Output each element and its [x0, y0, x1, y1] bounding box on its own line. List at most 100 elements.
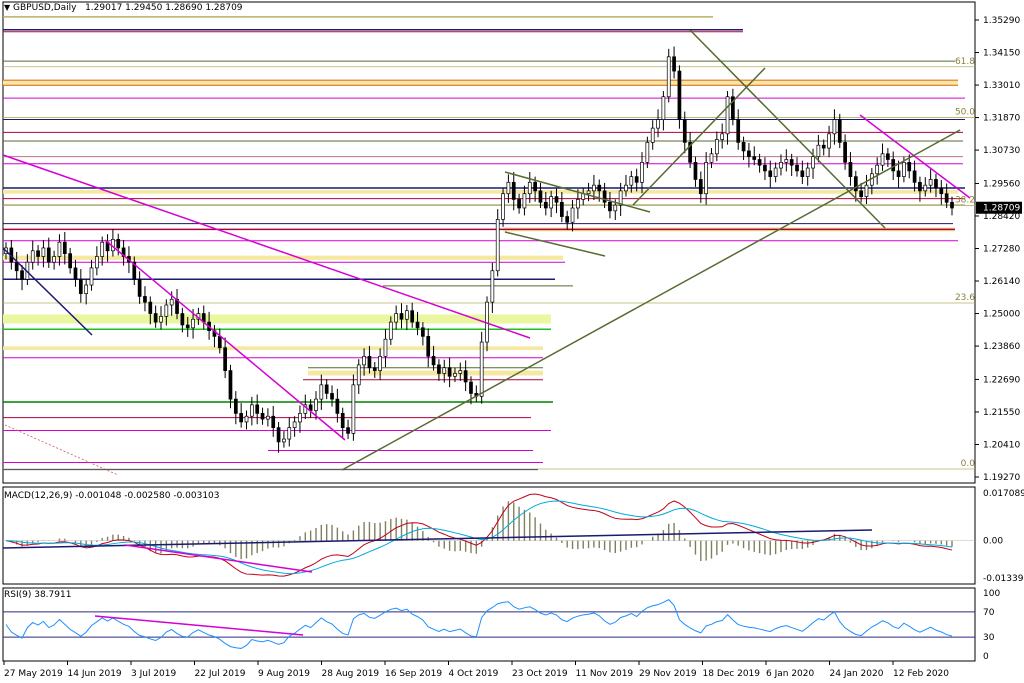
- candle-body-7: [41, 247, 46, 257]
- zone-band-0: [3, 80, 958, 86]
- date-label-3: 22 Jul 2019: [195, 669, 246, 679]
- candle-body-149: [800, 170, 805, 177]
- date-label-2: 3 Jul 2019: [131, 669, 176, 679]
- date-label-14: 12 Feb 2020: [893, 669, 949, 679]
- candle-body-145: [779, 161, 783, 169]
- candle-body-176: [944, 193, 949, 203]
- ohlc-values: 1.29017 1.29450 1.28690 1.28709: [85, 3, 243, 13]
- zone-band-3: [3, 255, 563, 260]
- candle-body-87: [469, 381, 473, 394]
- date-label-4: 9 Aug 2019: [258, 669, 310, 679]
- rsi-line: [5, 599, 953, 649]
- candle-body-153: [821, 144, 826, 149]
- date-label-11: 18 Dec 2019: [703, 669, 761, 679]
- candle-body-100: [538, 190, 543, 203]
- candle-body-92: [495, 219, 500, 272]
- candle-body-46: [250, 404, 254, 417]
- date-label-6: 16 Sep 2019: [385, 669, 442, 679]
- candle-body-83: [447, 367, 452, 377]
- candle-body-111: [597, 184, 602, 192]
- candle-body-114: [613, 204, 618, 212]
- candle-body-138: [741, 142, 746, 152]
- candle-body-65: [351, 384, 356, 434]
- candle-body-164: [880, 153, 885, 166]
- macd-trendline: [2, 529, 873, 549]
- candle-body-173: [928, 179, 933, 186]
- date-label-12: 6 Jan 2020: [766, 669, 814, 679]
- candle-body-55: [298, 413, 302, 423]
- candle-body-167: [896, 170, 901, 177]
- rsi-axis-label-0: 100: [983, 589, 1000, 599]
- candle-body-72: [388, 321, 393, 340]
- date-label-9: 11 Nov 2019: [576, 669, 634, 679]
- date-label-7: 4 Oct 2019: [449, 669, 499, 679]
- price-label-0: 1.35290: [983, 16, 1020, 26]
- chart-window[interactable]: 61.8 50.0 38.2 23.6 0.0 1.35290 1.34150 1.33010…: [0, 0, 1024, 683]
- candle-body-50: [271, 415, 276, 428]
- candle-body-124: [666, 56, 671, 98]
- candle-body-169: [907, 161, 912, 172]
- fib-label-3: 23.6: [955, 293, 975, 303]
- macd-axis-label-1: 0.00: [983, 537, 1003, 547]
- candle-body-103: [554, 196, 559, 203]
- candle-body-152: [816, 144, 821, 157]
- candle-body-163: [875, 164, 880, 175]
- candle-body-122: [656, 119, 660, 129]
- candle-body-79: [426, 336, 431, 357]
- candle-body-175: [939, 187, 944, 195]
- candle-body-60: [324, 384, 329, 394]
- candle-body-174: [934, 179, 938, 189]
- candle-body-139: [747, 150, 751, 157]
- rsi-axis-label-2: 30: [983, 633, 995, 643]
- triangle-down-icon[interactable]: ▼: [4, 3, 10, 12]
- candle-body-59: [319, 384, 324, 400]
- candle-body-64: [346, 427, 350, 434]
- candle-body-82: [442, 367, 447, 374]
- candle-body-130: [698, 179, 703, 195]
- candle-body-6: [36, 250, 40, 257]
- macd-axis-label-2: -0.013398: [983, 574, 1024, 584]
- price-label-7: 1.27280: [983, 245, 1020, 255]
- price-label-8: 1.26140: [983, 277, 1020, 287]
- price-label-12: 1.21550: [983, 408, 1020, 418]
- candle-body-151: [811, 156, 815, 169]
- price-label-11: 1.22690: [983, 375, 1020, 385]
- candle-body-29: [159, 316, 163, 323]
- candle-body-34: [185, 324, 190, 329]
- candle-body-67: [362, 355, 366, 366]
- candle-body-117: [629, 176, 634, 186]
- candle-body-74: [399, 313, 404, 320]
- candle-body-77: [415, 321, 420, 329]
- candle-body-147: [789, 159, 794, 166]
- candle-body-85: [458, 370, 463, 374]
- macd-divergence-line: [124, 544, 313, 573]
- candle-body-168: [902, 161, 906, 177]
- candle-body-132: [709, 153, 714, 163]
- candle-body-157: [843, 142, 847, 163]
- chart-canvas[interactable]: 61.8 50.0 38.2 23.6 0.0 1.35290 1.34150 1.33010…: [0, 0, 1024, 683]
- candle-body-68: [367, 355, 372, 369]
- candle-body-143: [768, 170, 773, 177]
- fib-label-0: 61.8: [955, 57, 975, 67]
- candle-body-154: [827, 133, 831, 149]
- macd-axis-label-0: 0.017089: [983, 489, 1024, 499]
- candle-body-31: [169, 298, 174, 306]
- trendline-1: [104, 239, 346, 441]
- macd-label: MACD(12,26,9) -0.001048 -0.002580 -0.003…: [4, 491, 220, 501]
- candle-body-5: [30, 250, 35, 263]
- fib-label-4: 0.0: [961, 459, 976, 469]
- trendline-8: [504, 231, 606, 257]
- candle-body-141: [757, 159, 762, 166]
- fib-label-1: 50.0: [955, 108, 975, 118]
- candle-body-25: [137, 278, 142, 297]
- candle-body-43: [233, 398, 238, 414]
- candle-body-155: [832, 119, 837, 135]
- candle-body-99: [533, 181, 537, 192]
- date-label-5: 28 Aug 2019: [322, 669, 380, 679]
- candle-body-17: [95, 256, 99, 269]
- candle-body-2: [14, 261, 19, 272]
- date-label-0: 27 May 2019: [4, 669, 63, 679]
- candle-body-160: [859, 190, 863, 197]
- candle-body-120: [645, 142, 650, 163]
- candle-body-93: [501, 193, 505, 220]
